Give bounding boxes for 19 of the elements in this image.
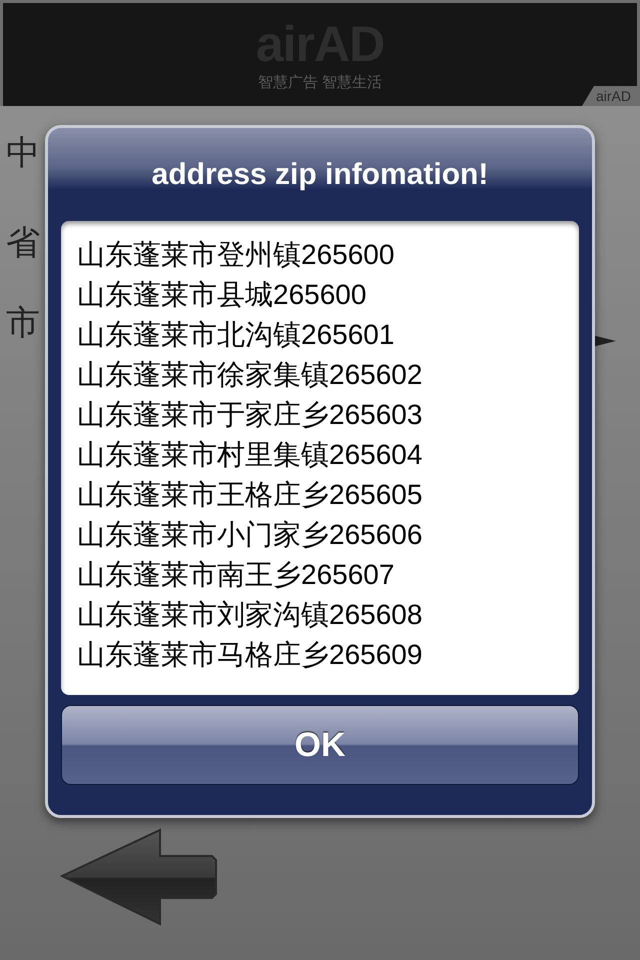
field-label: 市 (6, 306, 40, 340)
field-label: 省 (6, 226, 40, 260)
ad-tag: airAD (582, 86, 637, 106)
page-title: 中 (6, 136, 40, 170)
address-item: 山东蓬莱市徐家集镇265602 (77, 358, 422, 392)
address-item: 山东蓬莱市北沟镇265601 (77, 318, 394, 352)
address-item: 山东蓬莱市南王乡265607 (77, 558, 394, 592)
address-item: 山东蓬莱市于家庄乡265603 (77, 398, 422, 432)
address-item: 山东蓬莱市登州镇265600 (77, 238, 394, 272)
address-item: 山东蓬莱市小门家乡265606 (77, 518, 422, 552)
tagline: 智慧广告 智慧生活 (258, 75, 382, 90)
address-item: 山东蓬莱市村里集镇265604 (77, 438, 422, 472)
ok-button[interactable]: OK (61, 705, 579, 785)
address-item: 山东蓬莱市县城265600 (77, 278, 366, 312)
address-item: 山东蓬莱市王格庄乡265605 (77, 478, 422, 512)
address-item: 山东蓬莱市马格庄乡265609 (77, 638, 422, 672)
dialog-title: address zip infomation! (150, 157, 490, 193)
back-arrow-button[interactable] (60, 828, 218, 926)
address-item: 山东蓬莱市刘家沟镇265608 (77, 598, 422, 632)
